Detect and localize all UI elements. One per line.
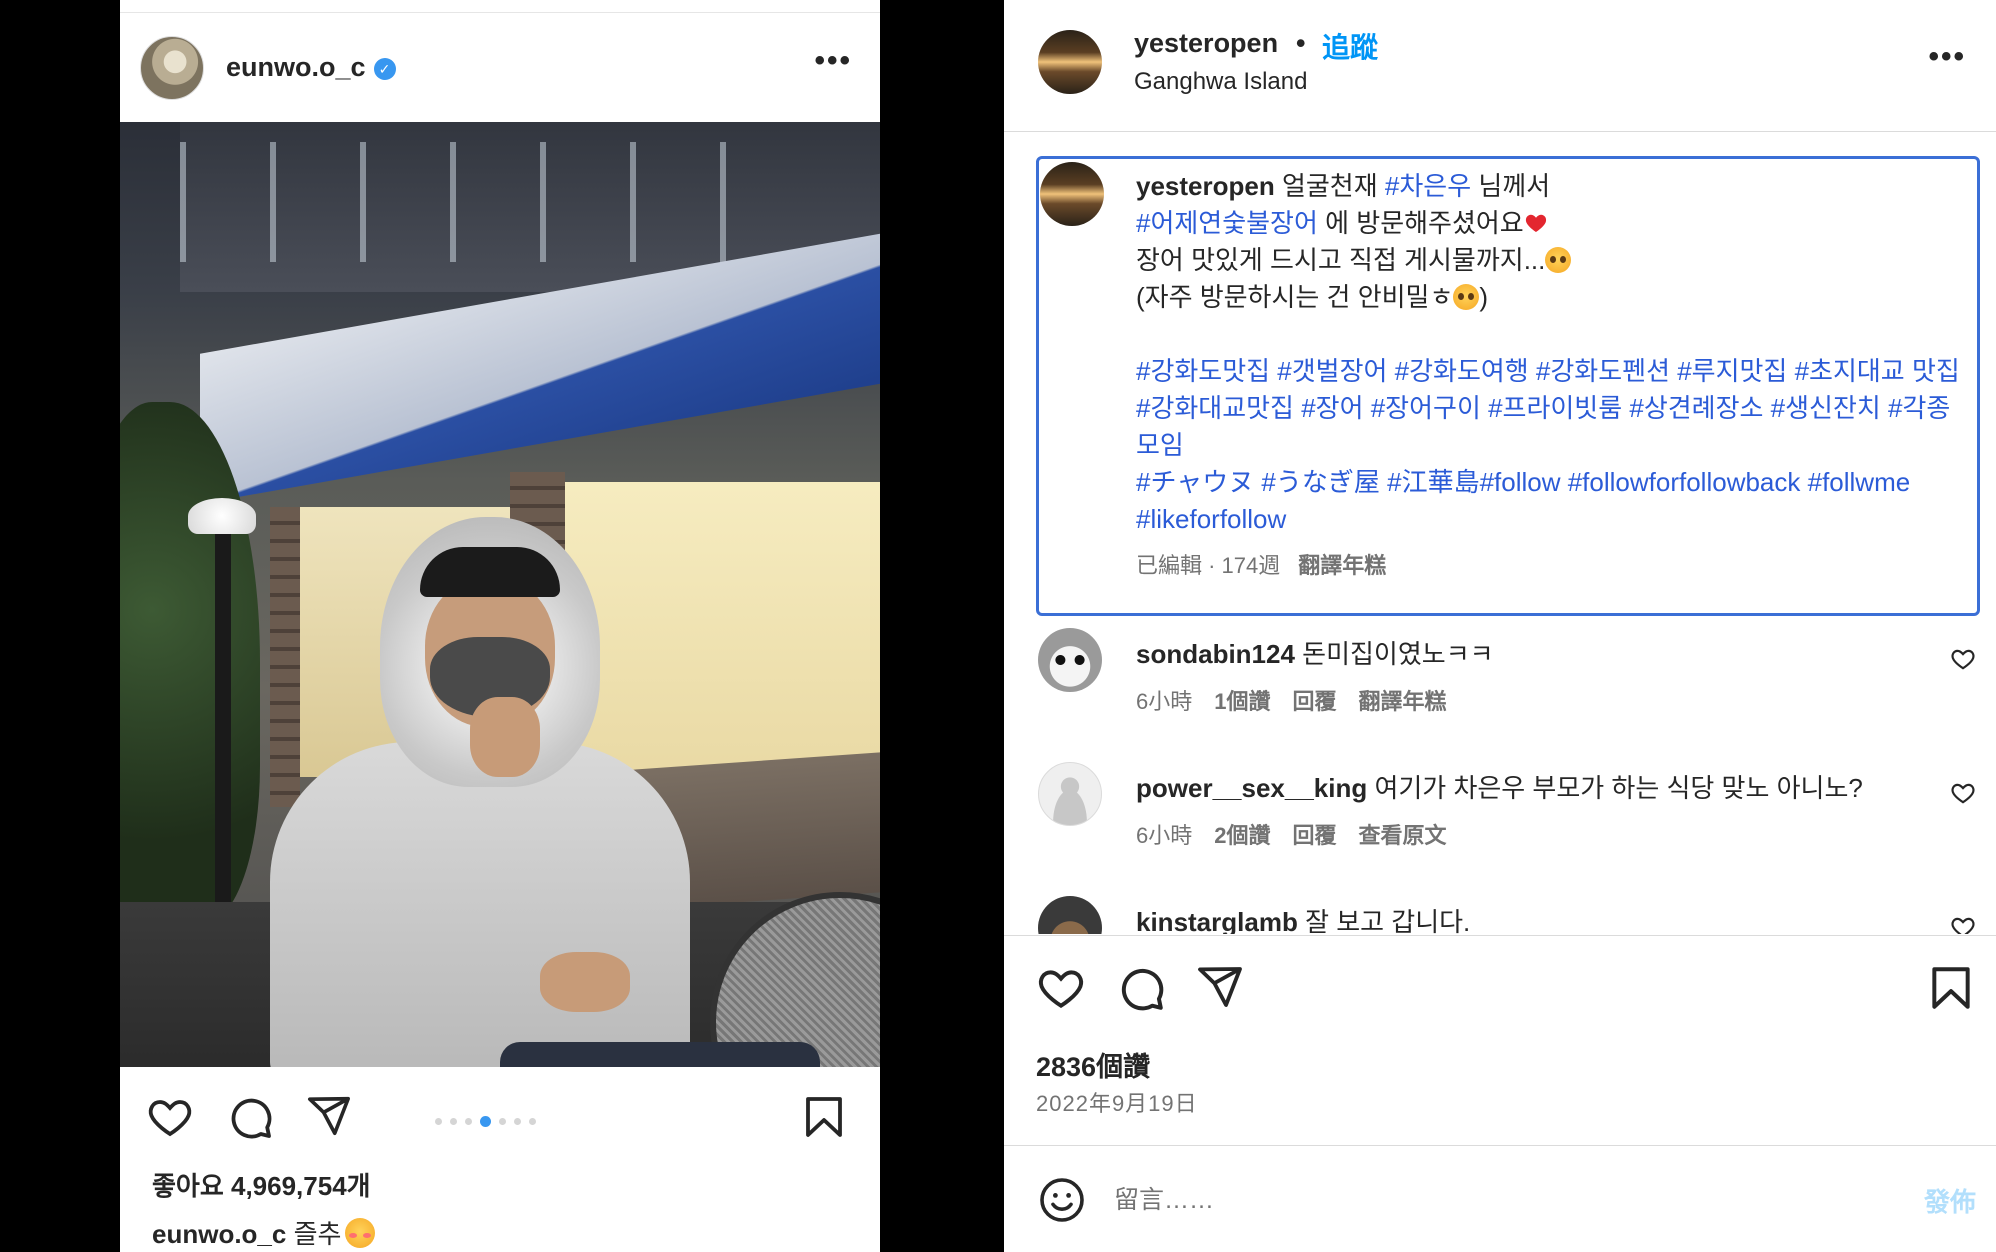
divider <box>120 12 880 13</box>
reply-button[interactable]: 回覆 <box>1293 689 1337 714</box>
post-detail-panel: yesteropen • 追蹤 Ganghwa Island ••• yeste… <box>1004 0 1996 1252</box>
post-caption: yesteropen 얼굴천재 #차은우 님께서 #어제연숯불장어 에 방문해주… <box>1136 168 1966 538</box>
reply-button[interactable]: 回覆 <box>1293 823 1337 848</box>
comment-text: 돈미집이였노ㅋㅋ <box>1302 639 1494 669</box>
share-icon <box>308 1096 350 1136</box>
comment-icon[interactable] <box>1116 963 1166 1013</box>
comment-username[interactable]: kinstarglamb <box>1136 907 1298 934</box>
smiling-face-emoji-icon <box>345 1218 376 1248</box>
embedded-post-image: eunwo.o_c ✓ ••• 좋아요 4,969,754개 eunwo.o_c… <box>120 0 880 1252</box>
avatar[interactable] <box>1038 628 1102 692</box>
more-icon: ••• <box>814 44 852 77</box>
caption-username[interactable]: yesteropen <box>1136 171 1275 201</box>
comment-text: 여기가 차은우 부모가 하는 식당 맞노 아니노? <box>1374 773 1863 803</box>
bookmark-icon <box>806 1097 842 1137</box>
hashtag-link[interactable]: #어제연숯불장어 <box>1136 208 1318 238</box>
avatar[interactable] <box>1038 896 1102 934</box>
avatar <box>140 36 204 100</box>
comment-input[interactable] <box>1114 1176 1814 1224</box>
avatar[interactable] <box>1038 30 1102 94</box>
verified-badge-icon: ✓ <box>373 58 396 80</box>
comment-time: 6小時 <box>1136 823 1193 848</box>
carousel-dots <box>435 1115 536 1127</box>
hashtag-link[interactable]: #차은우 <box>1385 171 1471 201</box>
hushed-face-emoji-icon <box>1453 284 1480 310</box>
share-icon[interactable] <box>1196 963 1244 1011</box>
hashtag-list[interactable]: #チャウヌ #うなぎ屋 #江華島#follow #followforfollow… <box>1136 464 1966 538</box>
comment-text: 잘 보고 갑니다. <box>1305 907 1471 934</box>
caption-meta: 已編輯 · 174週 翻譯年糕 <box>1136 553 1387 578</box>
translate-button[interactable]: 翻譯年糕 <box>1298 553 1386 578</box>
post-action-bar <box>1004 955 1996 1025</box>
divider <box>1004 935 1996 936</box>
bookmark-icon[interactable] <box>1926 963 1976 1013</box>
see-original-button[interactable]: 查看原文 <box>1359 823 1447 848</box>
post-header: yesteropen • 追蹤 Ganghwa Island ••• <box>1004 0 1996 132</box>
embedded-caption: eunwo.o_c 즐추 <box>152 1214 376 1251</box>
follow-button[interactable]: 追蹤 <box>1322 26 1378 66</box>
translate-button[interactable]: 翻譯年糕 <box>1359 689 1447 714</box>
embedded-action-bar <box>120 1085 880 1155</box>
like-comment-heart-icon[interactable] <box>1950 780 1976 806</box>
separator-dot: • <box>1296 28 1306 58</box>
avatar[interactable] <box>1038 762 1102 826</box>
comment-likes[interactable]: 2個讚 <box>1214 823 1270 848</box>
pleading-face-emoji-icon <box>1545 247 1572 273</box>
embedded-username: eunwo.o_c ✓ <box>226 52 396 83</box>
like-comment-heart-icon[interactable] <box>1950 646 1976 672</box>
comment-item: sondabin124 돈미집이였노ㅋㅋ 6小時 1個讚 回覆 翻譯年糕 <box>1004 628 1996 748</box>
heart-icon <box>148 1100 192 1137</box>
avatar[interactable] <box>1040 162 1104 226</box>
comment-item: kinstarglamb 잘 보고 갑니다. <box>1004 896 1996 934</box>
post-author-username[interactable]: yesteropen <box>1134 28 1278 59</box>
emoji-picker-icon[interactable] <box>1038 1176 1086 1224</box>
post-photo <box>120 122 880 1067</box>
comment-item: power__sex__king 여기가 차은우 부모가 하는 식당 맞노 아니… <box>1004 762 1996 882</box>
comment-time: 6小時 <box>1136 689 1193 714</box>
location-link[interactable]: Ganghwa Island <box>1134 68 1307 96</box>
likes-count[interactable]: 2836個讚 <box>1036 1045 1150 1084</box>
add-comment-bar: 發佈 <box>1004 1145 1996 1252</box>
more-options-icon[interactable]: ••• <box>1928 40 1966 74</box>
embedded-post-header: eunwo.o_c ✓ ••• <box>120 30 880 104</box>
hashtag-list[interactable]: #강화도맛집 #갯벌장어 #강화도여행 #강화도펜션 #루지맛집 #초지대교 맛… <box>1136 353 1966 464</box>
comment-username[interactable]: sondabin124 <box>1136 639 1295 669</box>
like-comment-heart-icon[interactable] <box>1950 914 1976 934</box>
post-comment-button[interactable]: 發佈 <box>1924 1182 1976 1219</box>
comment-username[interactable]: power__sex__king <box>1136 773 1367 803</box>
red-heart-emoji-icon <box>1525 214 1546 232</box>
comment-icon <box>231 1098 272 1139</box>
like-heart-icon[interactable] <box>1036 963 1086 1013</box>
embedded-likes: 좋아요 4,969,754개 <box>152 1171 371 1201</box>
post-date: 2022年9月19日 <box>1036 1091 1198 1116</box>
comment-likes[interactable]: 1個讚 <box>1214 689 1270 714</box>
